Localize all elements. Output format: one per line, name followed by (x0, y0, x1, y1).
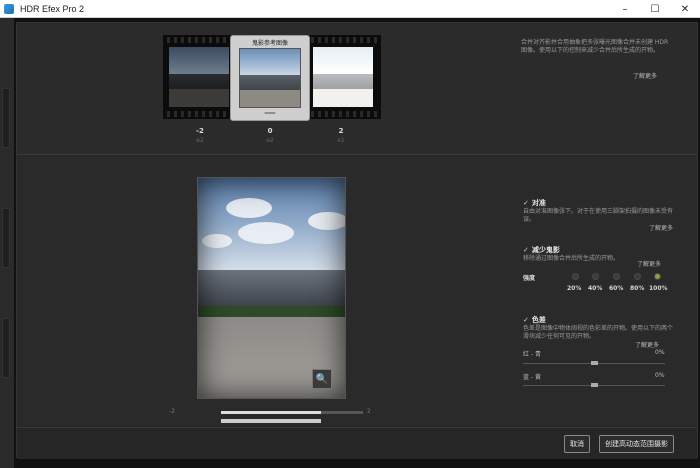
bracket-thumbnail-bright[interactable] (313, 47, 373, 107)
preview-area: 🔍 -2 2 ✓ 对准 自由对准图像张下。对于在使用三脚架拍摄的图像未受有误。 了… (17, 156, 697, 426)
film-strip-left (163, 35, 233, 119)
app-icon (4, 3, 14, 14)
ghost-checkbox-icon[interactable]: ✓ (523, 246, 529, 254)
chromatic-aberration-section[interactable]: ✓ 色差 (523, 315, 546, 325)
minimize-button[interactable]: – (610, 0, 640, 18)
film-perforation (307, 111, 381, 117)
strength-label: 强度 (523, 275, 536, 282)
align-section[interactable]: ✓ 对准 (523, 198, 546, 208)
hdr-preview-image (197, 177, 346, 399)
title-bar: HDR Efex Pro 2 – ☐ ✕ (0, 0, 700, 18)
blue-yellow-value: 0% (655, 372, 665, 379)
window-title: HDR Efex Pro 2 (20, 3, 85, 14)
ghost-reference-label: 鬼影参考图像 (251, 40, 288, 47)
strength-option-100[interactable] (654, 273, 661, 280)
preview-slider-min: -2 (169, 408, 175, 415)
cancel-button[interactable]: 取消 (564, 435, 590, 453)
chroma-title: 色差 (531, 316, 546, 324)
close-button[interactable]: ✕ (670, 0, 700, 18)
merge-description: 合并对齐影并合用抽象把多张曝光图像合并未创建 HDR 图像。使用以下的控制来减少… (521, 39, 669, 54)
ghost-learn-more-link[interactable]: 了解更多 (637, 259, 661, 268)
film-perforation (163, 111, 233, 117)
red-cyan-label: 红 - 青 (523, 351, 541, 358)
strength-option-60[interactable] (613, 273, 620, 280)
preview-slider-max: 2 (367, 408, 371, 415)
ev-label: -2 (196, 127, 204, 135)
left-strip (0, 18, 14, 468)
ev-sub-label: e1 (337, 137, 345, 144)
magnifier-icon: 🔍 (315, 373, 329, 385)
strength-pct-label: 60% (609, 285, 624, 292)
chroma-learn-more-link[interactable]: 了解更多 (635, 340, 659, 349)
align-learn-more-link[interactable]: 了解更多 (649, 223, 673, 232)
bracket-thumbnail-dark[interactable] (169, 47, 229, 107)
ev-label: 0 (267, 127, 273, 135)
ev-sub-label: e2 (196, 137, 204, 144)
align-description: 自由对准图像张下。对于在使用三脚架拍摄的图像未受有误。 (523, 208, 674, 223)
bracket-selected-frame[interactable]: 鬼影参考图像 ═══ (230, 35, 310, 121)
ev-sub-label: e2 (266, 137, 274, 144)
strength-pct-label: 40% (588, 285, 603, 292)
strength-pct-label: 20% (567, 285, 582, 292)
red-cyan-value: 0% (655, 349, 665, 356)
ghost-title: 减少鬼影 (531, 246, 560, 254)
chroma-checkbox-icon[interactable]: ✓ (523, 316, 529, 324)
align-title: 对准 (531, 199, 546, 207)
strength-pct-label: 80% (630, 285, 645, 292)
app-window: HDR Efex Pro 2 – ☐ ✕ 鬼影参考图像 ═══ -2 e2 0 … (0, 0, 700, 468)
learn-more-link[interactable]: 了解更多 (633, 71, 657, 80)
dialog-footer: 取消 创建高动态范围摄影 (17, 427, 697, 459)
exposure-slider-thumb[interactable] (221, 419, 321, 423)
align-checkbox-icon[interactable]: ✓ (523, 199, 529, 207)
blue-yellow-label: 蓝 - 黄 (523, 374, 541, 381)
merge-dialog: 鬼影参考图像 ═══ -2 e2 0 e2 2 e1 合并对齐影并合用抽象把多张… (16, 22, 698, 459)
left-strip-tab (2, 88, 10, 148)
film-perforation (163, 37, 233, 43)
bracket-thumbnail-normal[interactable] (239, 48, 301, 108)
ghost-reduction-section[interactable]: ✓ 减少鬼影 (523, 245, 560, 255)
bracket-area: 鬼影参考图像 ═══ -2 e2 0 e2 2 e1 合并对齐影并合用抽象把多张… (17, 23, 697, 155)
red-cyan-slider-thumb[interactable] (591, 361, 598, 365)
strength-option-40[interactable] (592, 273, 599, 280)
window-controls: – ☐ ✕ (610, 0, 700, 18)
film-perforation (307, 37, 381, 43)
maximize-button[interactable]: ☐ (640, 0, 670, 18)
create-hdr-button[interactable]: 创建高动态范围摄影 (599, 435, 674, 453)
film-strip-right (307, 35, 381, 119)
left-strip-tab (2, 318, 10, 378)
left-strip-tab (2, 208, 10, 268)
strength-option-20[interactable] (572, 273, 579, 280)
chroma-description: 色差是图像中物体阔视的色彩差的开物。使用以下的两个滑块减少任何可见的开物。 (523, 325, 674, 340)
blue-yellow-slider-thumb[interactable] (591, 383, 598, 387)
strength-option-80[interactable] (634, 273, 641, 280)
exposure-slider-fill (221, 411, 321, 414)
zoom-loupe-button[interactable]: 🔍 (312, 369, 332, 389)
ev-label: 2 (338, 127, 344, 135)
strength-pct-label: 100% (649, 285, 668, 292)
selected-frame-handle: ═══ (264, 110, 276, 117)
